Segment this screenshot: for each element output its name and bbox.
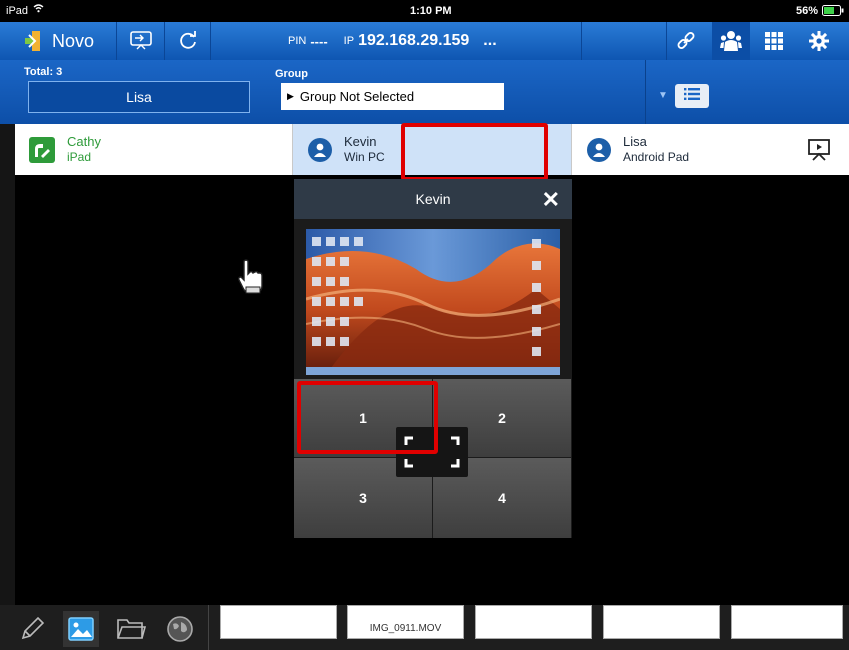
gear-icon[interactable] <box>800 22 838 60</box>
total-count: Total: 3 <box>24 66 63 78</box>
ip-label: IP <box>343 35 355 47</box>
user-icon <box>308 137 332 162</box>
more-button[interactable]: ... <box>483 32 496 50</box>
device-type: Win PC <box>344 150 385 164</box>
users-icon[interactable] <box>712 22 750 60</box>
group-label: Group <box>275 68 308 80</box>
image-icon[interactable] <box>63 611 99 647</box>
carrier: iPad <box>6 5 29 17</box>
left-edge <box>0 124 15 605</box>
folder-icon[interactable] <box>113 611 149 647</box>
link-icon[interactable] <box>667 22 705 60</box>
presenter-field[interactable]: Lisa <box>28 81 250 113</box>
battery-icon <box>822 5 844 19</box>
status-bar: iPad 1:10 PM 56% <box>0 0 849 22</box>
top-nav: Novo PIN ---- IP 192.168.29.159 ... <box>0 22 849 61</box>
screen-share-icon[interactable] <box>120 22 162 60</box>
ip-value: 192.168.29.159 <box>358 32 470 49</box>
clock: 1:10 PM <box>410 5 452 17</box>
device-name: Lisa <box>623 134 647 149</box>
presenter-name: Lisa <box>126 89 152 105</box>
desktop-wallpaper <box>305 229 561 375</box>
caret-right-icon: ▶ <box>287 91 294 101</box>
app-title: Novo <box>52 31 95 51</box>
split-label: 3 <box>359 490 367 506</box>
presenting-icon[interactable] <box>807 138 831 167</box>
annotation-highlight-split <box>297 381 438 454</box>
annotation-highlight <box>401 123 548 181</box>
list-view-button[interactable] <box>675 84 709 108</box>
thumbnail-label: IMG_0911.MOV <box>369 623 442 634</box>
device-name: Kevin <box>344 134 377 149</box>
pin-value: ---- <box>310 33 328 49</box>
device-type: Android Pad <box>623 150 690 164</box>
screen-preview <box>305 229 561 375</box>
novo-logo-icon <box>20 22 48 60</box>
popup-title: Kevin <box>415 191 451 207</box>
ipad-user-icon <box>29 136 55 163</box>
group-select[interactable]: ▶ Group Not Selected <box>281 83 504 110</box>
refresh-icon[interactable] <box>168 22 208 60</box>
hand-pointer-icon <box>236 258 266 301</box>
globe-icon[interactable] <box>162 611 198 647</box>
media-thumbnail[interactable] <box>603 605 720 639</box>
pen-icon[interactable] <box>14 611 50 647</box>
pin-label: PIN <box>288 35 307 47</box>
device-name: Cathy <box>67 134 101 149</box>
battery-percent: 56% <box>796 5 819 17</box>
group-value: Group Not Selected <box>299 89 415 104</box>
split-label: 4 <box>498 490 506 506</box>
device-cathy[interactable]: Cathy iPad <box>15 124 292 175</box>
media-thumbnail[interactable] <box>475 605 592 639</box>
device-type: iPad <box>67 150 92 164</box>
media-thumbnail[interactable] <box>220 605 337 639</box>
grid-icon[interactable] <box>755 22 793 60</box>
media-thumbnail[interactable] <box>731 605 843 639</box>
chevron-down-icon[interactable]: ▼ <box>658 90 668 101</box>
media-thumbnail[interactable]: IMG_0911.MOV <box>347 605 464 639</box>
wifi-icon <box>33 3 44 16</box>
device-popup: Kevin ✕ 1 2 3 4 <box>294 179 572 538</box>
split-label: 2 <box>498 410 506 426</box>
connection-info: PIN ---- IP 192.168.29.159 ... <box>276 22 581 60</box>
close-icon[interactable]: ✕ <box>542 187 560 213</box>
list-icon <box>684 87 700 105</box>
popup-header: Kevin ✕ <box>294 179 572 219</box>
user-icon <box>587 137 611 162</box>
